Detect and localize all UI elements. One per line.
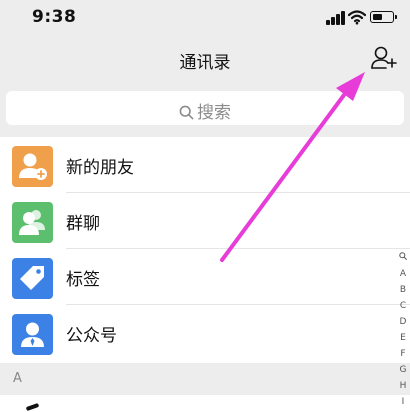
list-item-tags[interactable]: 标签	[0, 249, 410, 305]
list-item-new-friends[interactable]: 新的朋友	[0, 137, 410, 193]
tag-icon	[12, 258, 53, 299]
official-account-icon	[12, 314, 53, 355]
index-letter[interactable]: E	[396, 330, 410, 346]
list-item-label: 新的朋友	[66, 158, 134, 178]
section-header: A	[0, 363, 410, 395]
index-letter[interactable]: I	[396, 394, 410, 410]
avatar-partial	[25, 402, 40, 412]
list-item-partial[interactable]	[0, 395, 410, 412]
list-item-official-accounts[interactable]: 公众号	[0, 305, 410, 361]
battery-level	[373, 14, 382, 20]
list-item-group-chats[interactable]: 群聊	[0, 193, 410, 249]
group-chat-icon	[12, 202, 53, 243]
alphabet-index-bar[interactable]: A B C D E F G H I	[396, 250, 410, 412]
search-icon	[179, 105, 194, 120]
index-letter[interactable]: C	[396, 298, 410, 314]
wifi-icon	[348, 10, 366, 25]
list-item-label: 群聊	[66, 214, 100, 234]
list-item-label: 标签	[66, 270, 100, 290]
search-placeholder: 搜索	[197, 103, 231, 123]
index-letter[interactable]: H	[396, 378, 410, 394]
index-letter[interactable]: G	[396, 362, 410, 378]
search-input[interactable]: 搜索	[6, 91, 404, 125]
battery-icon	[370, 11, 397, 23]
cellular-signal-icon	[326, 11, 346, 25]
index-letter[interactable]: A	[396, 266, 410, 282]
add-contact-icon[interactable]	[370, 45, 398, 71]
status-time: 9:38	[32, 7, 77, 27]
index-letter[interactable]: D	[396, 314, 410, 330]
index-letter[interactable]: B	[396, 282, 410, 298]
list-item-label: 公众号	[66, 326, 117, 346]
index-search-icon[interactable]	[396, 250, 410, 266]
nav-bar: 通讯录	[0, 36, 410, 84]
page-title: 通讯录	[179, 53, 231, 73]
contacts-function-list: 新的朋友 群聊 标签 公众号	[0, 137, 410, 363]
section-letter: A	[13, 371, 22, 386]
index-letter[interactable]: F	[396, 346, 410, 362]
status-bar: 9:38	[0, 0, 410, 36]
new-friends-icon	[12, 146, 53, 187]
